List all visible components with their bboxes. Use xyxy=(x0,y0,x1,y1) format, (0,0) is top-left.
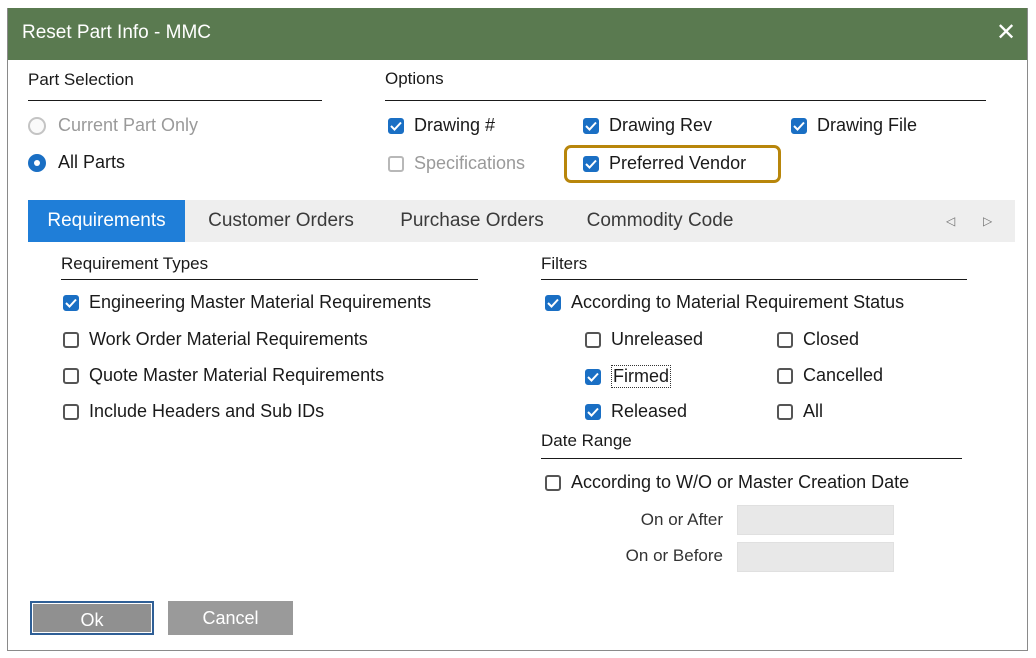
current-part-only-radio[interactable]: Current Part Only xyxy=(28,115,198,136)
check-icon xyxy=(583,117,599,134)
specifications-label: Specifications xyxy=(414,153,526,173)
firmed-checkbox[interactable]: Firmed xyxy=(585,365,672,388)
filters-title: Filters xyxy=(541,254,588,273)
checkbox-box xyxy=(777,403,793,420)
include-headers-checkbox[interactable]: Include Headers and Sub IDs xyxy=(63,401,324,422)
check-icon xyxy=(585,368,601,385)
options-divider xyxy=(385,100,986,101)
checkbox-box xyxy=(63,331,79,348)
check-icon xyxy=(585,403,601,420)
quote-master-label: Quote Master Material Requirements xyxy=(89,365,385,385)
on-or-before-label: On or Before xyxy=(625,546,723,565)
all-status-label: All xyxy=(803,401,824,421)
tab-scroll-left-icon[interactable]: ◁ xyxy=(946,200,955,242)
released-checkbox[interactable]: Released xyxy=(585,401,687,422)
checkbox-box xyxy=(585,331,601,348)
by-status-checkbox[interactable]: According to Material Requirement Status xyxy=(545,292,904,313)
all-status-checkbox[interactable]: All xyxy=(777,401,823,422)
date-range-divider xyxy=(541,458,962,459)
preferred-vendor-checkbox[interactable]: Preferred Vendor xyxy=(583,153,746,174)
tab-purchase-orders[interactable]: Purchase Orders xyxy=(382,200,562,242)
drawing-rev-label: Drawing Rev xyxy=(609,115,713,135)
options-title: Options xyxy=(385,69,444,88)
close-icon[interactable]: ✕ xyxy=(993,20,1019,46)
by-date-label: According to W/O or Master Creation Date xyxy=(571,472,910,492)
work-order-checkbox[interactable]: Work Order Material Requirements xyxy=(63,329,368,350)
all-parts-label: All Parts xyxy=(58,152,126,172)
checkbox-box xyxy=(63,367,79,384)
quote-master-checkbox[interactable]: Quote Master Material Requirements xyxy=(63,365,384,386)
radio-indicator xyxy=(28,153,46,172)
check-icon xyxy=(388,117,404,134)
include-headers-label: Include Headers and Sub IDs xyxy=(89,401,325,421)
checkbox-box xyxy=(63,403,79,420)
specifications-checkbox[interactable]: Specifications xyxy=(388,153,525,174)
requirement-types-title: Requirement Types xyxy=(61,254,209,273)
tab-customer-orders[interactable]: Customer Orders xyxy=(190,200,372,242)
closed-checkbox[interactable]: Closed xyxy=(777,329,859,350)
check-icon xyxy=(791,117,807,134)
unreleased-checkbox[interactable]: Unreleased xyxy=(585,329,703,350)
check-icon xyxy=(545,294,561,311)
engineering-master-label: Engineering Master Material Requirements xyxy=(89,292,432,312)
on-or-after-input[interactable] xyxy=(737,505,894,535)
drawing-num-checkbox[interactable]: Drawing # xyxy=(388,115,495,136)
firmed-label: Firmed xyxy=(611,365,672,388)
tab-commodity-code[interactable]: Commodity Code xyxy=(565,200,755,242)
ok-button[interactable]: Ok xyxy=(30,601,154,635)
filters-divider xyxy=(541,279,967,280)
check-icon xyxy=(63,294,79,311)
checkbox-box xyxy=(545,474,561,491)
cancel-button[interactable]: Cancel xyxy=(168,601,293,635)
on-or-after-label: On or After xyxy=(640,510,723,529)
requirement-types-divider xyxy=(61,279,478,280)
tab-scroll-right-icon[interactable]: ▷ xyxy=(983,200,992,242)
tab-requirements[interactable]: Requirements xyxy=(28,200,185,242)
current-part-only-label: Current Part Only xyxy=(58,115,199,135)
released-label: Released xyxy=(611,401,688,421)
window-title: Reset Part Info - MMC xyxy=(22,22,211,43)
checkbox-box xyxy=(777,331,793,348)
on-or-before-input[interactable] xyxy=(737,542,894,572)
checkbox-box xyxy=(777,367,793,384)
closed-label: Closed xyxy=(803,329,860,349)
preferred-vendor-label: Preferred Vendor xyxy=(609,153,747,173)
title-bar: Reset Part Info - MMC ✕ xyxy=(8,8,1027,60)
date-range-title: Date Range xyxy=(541,431,632,450)
reset-part-info-dialog: Reset Part Info - MMC ✕ Part Selection C… xyxy=(7,8,1028,651)
engineering-master-checkbox[interactable]: Engineering Master Material Requirements xyxy=(63,292,431,313)
part-selection-title: Part Selection xyxy=(28,70,134,89)
work-order-label: Work Order Material Requirements xyxy=(89,329,368,349)
by-status-label: According to Material Requirement Status xyxy=(571,292,905,312)
all-parts-radio[interactable]: All Parts xyxy=(28,152,125,173)
radio-indicator xyxy=(28,116,46,135)
checkbox-box xyxy=(388,155,404,172)
tab-bar: Requirements Customer Orders Purchase Or… xyxy=(28,200,1015,242)
check-icon xyxy=(583,155,599,172)
by-date-checkbox[interactable]: According to W/O or Master Creation Date xyxy=(545,472,909,493)
cancelled-checkbox[interactable]: Cancelled xyxy=(777,365,883,386)
part-selection-divider xyxy=(28,100,322,101)
drawing-num-label: Drawing # xyxy=(414,115,496,135)
cancelled-label: Cancelled xyxy=(803,365,884,385)
drawing-file-label: Drawing File xyxy=(817,115,918,135)
unreleased-label: Unreleased xyxy=(611,329,704,349)
drawing-file-checkbox[interactable]: Drawing File xyxy=(791,115,917,136)
drawing-rev-checkbox[interactable]: Drawing Rev xyxy=(583,115,712,136)
